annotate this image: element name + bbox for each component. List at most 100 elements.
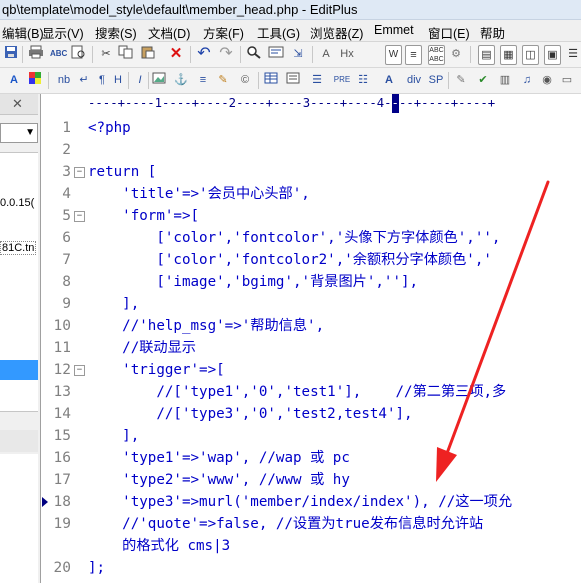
font-a-icon[interactable]: A (8, 71, 20, 89)
validate-icon[interactable]: ✔ (476, 71, 490, 89)
music-icon[interactable]: ♫ (520, 71, 534, 89)
paragraph-icon[interactable]: ¶ (96, 71, 108, 89)
pane-splitter[interactable] (0, 430, 38, 452)
code-line[interactable]: ], (88, 425, 139, 447)
form-icon[interactable] (286, 71, 300, 89)
window-title: qb\template\model_style\default\member_h… (2, 2, 358, 17)
redo-icon[interactable]: ↷ (218, 45, 234, 63)
code-line[interactable]: return [ (88, 161, 156, 183)
menu-emmet[interactable]: Emmet (374, 23, 414, 37)
fold-toggle-icon[interactable]: − (74, 211, 85, 222)
fold-toggle-icon[interactable]: − (74, 365, 85, 376)
code-line[interactable]: 'trigger'=>[ (88, 359, 225, 381)
code-line[interactable]: ]; (88, 557, 105, 579)
break-icon[interactable]: ↵ (78, 71, 90, 89)
menu-view[interactable]: 显示(V) (42, 23, 84, 42)
code-line[interactable]: //'quote'=>false, //设置为true发布信息时允许站 (88, 513, 483, 535)
color-grid-icon[interactable] (28, 71, 42, 89)
menu-window[interactable]: 窗口(E) (428, 23, 470, 42)
style-a-icon[interactable]: A (382, 71, 396, 89)
code-line[interactable]: 'form'=>[ (88, 205, 199, 227)
save-icon[interactable] (4, 45, 18, 63)
line-number: 20 (53, 560, 71, 576)
print-icon[interactable] (28, 45, 44, 63)
anchor-icon[interactable]: ⚓ (174, 71, 188, 89)
nbsp-button[interactable]: nb (54, 71, 74, 89)
line-number: 16 (53, 450, 71, 466)
pre-button[interactable]: PRE (332, 71, 352, 89)
drive-select[interactable]: ▼ (0, 123, 38, 143)
align-icon[interactable]: ☰ (310, 71, 324, 89)
list-icon[interactable]: ☰ (566, 45, 580, 63)
left-pane: ✕ ▼ 0.0.15( 81C.tn (0, 94, 41, 583)
goto-icon[interactable]: ⇲ (290, 45, 306, 63)
menu-search[interactable]: 搜索(S) (95, 23, 137, 42)
hr-icon[interactable]: ≡ (196, 71, 210, 89)
code-line[interactable]: //'help_msg'=>'帮助信息', (88, 315, 324, 337)
code-editor[interactable]: <?php return [ 'title'=>'会员中心头部', 'form'=… (88, 113, 581, 583)
code-line[interactable]: 'type2'=>'www', //www 或 hy (88, 469, 350, 491)
div-button[interactable]: div (404, 71, 424, 89)
find-icon[interactable] (246, 45, 262, 63)
line-number: 14 (53, 406, 71, 422)
line-number: 10 (53, 318, 71, 334)
copy-icon[interactable] (118, 45, 134, 63)
edit-icon[interactable]: ✎ (216, 71, 230, 89)
span-button[interactable]: SP (428, 71, 444, 89)
line-number: 19 (53, 516, 71, 532)
window-tile-icon[interactable]: ▤ (478, 45, 495, 65)
italic-icon[interactable]: I (134, 71, 146, 89)
code-line[interactable]: //['type3','0','test2,test4'], (88, 403, 412, 425)
preview-icon[interactable] (70, 45, 86, 63)
paste-icon[interactable] (140, 45, 156, 63)
menu-edit[interactable]: 编辑(B) (2, 23, 44, 42)
word-wrap-icon[interactable]: W (385, 45, 402, 65)
list-bullet-icon[interactable]: ☷ (356, 71, 370, 89)
window-split-icon[interactable]: ◫ (522, 45, 539, 65)
hx-label[interactable]: Hx (338, 45, 356, 63)
code-line[interactable]: //联动显示 (88, 337, 196, 359)
menu-document[interactable]: 文档(D) (148, 23, 190, 42)
menu-help[interactable]: 帮助 (480, 23, 505, 42)
close-icon[interactable]: ✕ (12, 96, 23, 112)
code-line[interactable]: 'type1'=>'wap', //wap 或 pc (88, 447, 350, 469)
code-line[interactable]: ['color','fontcolor','头像下方字体颜色','', (88, 227, 500, 249)
image-icon[interactable] (152, 71, 166, 89)
undo-icon[interactable]: ↶ (196, 45, 212, 63)
abc-toggle-icon[interactable]: ABC ABC (428, 45, 445, 65)
spellcheck-icon[interactable]: ABC (50, 45, 67, 63)
code-line[interactable]: <?php (88, 117, 131, 139)
window-full-icon[interactable]: ▣ (544, 45, 561, 65)
code-line[interactable]: //['type1','0','test1'], //第二第三项,多 (88, 381, 506, 403)
delete-icon[interactable]: ✕ (168, 45, 184, 63)
code-line[interactable]: 'type3'=>murl('member/index/index'), //这… (88, 491, 512, 513)
code-line[interactable]: ['color','fontcolor2','余额积分字体颜色',' (88, 249, 492, 271)
clipboard-icon[interactable]: ✎ (454, 71, 468, 89)
file-list-selected-item[interactable] (0, 360, 38, 380)
font-icon[interactable]: A (318, 45, 334, 63)
replace-icon[interactable] (268, 45, 284, 63)
heading-icon[interactable]: H (112, 71, 124, 89)
fold-toggle-icon[interactable]: − (74, 167, 85, 178)
tree-item[interactable]: 0.0.15( (0, 197, 34, 209)
table-icon[interactable] (264, 71, 278, 89)
code-line[interactable]: 的格式化 cms|3 (88, 535, 230, 557)
cut-icon[interactable]: ✂ (98, 45, 114, 63)
code-line[interactable]: ], (88, 293, 139, 315)
cd-icon[interactable]: ◉ (540, 71, 554, 89)
line-number: 13 (53, 384, 71, 400)
toolbar-separator (148, 72, 149, 89)
code-line[interactable]: 'title'=>'会员中心头部', (88, 183, 310, 205)
window-cascade-icon[interactable]: ▦ (500, 45, 517, 65)
file-list[interactable] (0, 454, 38, 583)
menu-tools[interactable]: 工具(G) (257, 23, 300, 42)
settings-icon[interactable]: ⚙ (448, 45, 464, 63)
ruler-icon[interactable]: ≡ (405, 45, 422, 65)
menu-project[interactable]: 方案(F) (203, 23, 244, 42)
menu-browser[interactable]: 浏览器(Z) (310, 23, 363, 42)
copyright-icon[interactable]: © (238, 71, 252, 89)
code-line[interactable]: ['image','bgimg','背景图片',''], (88, 271, 418, 293)
media-icon[interactable]: ▥ (498, 71, 512, 89)
browser-icon[interactable]: ▭ (560, 71, 574, 89)
tree-item-selected[interactable]: 81C.tn (0, 241, 37, 255)
